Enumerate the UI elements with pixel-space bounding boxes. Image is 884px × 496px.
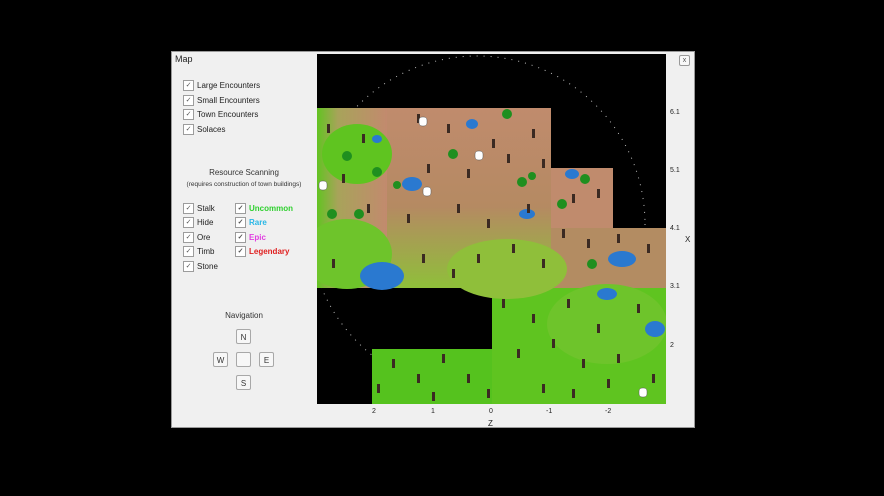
water	[402, 177, 422, 191]
z-tick: 0	[489, 408, 493, 415]
x-tick: 6.1	[670, 109, 680, 116]
small-encounters-checkbox[interactable]: ✓ Small Encounters	[183, 95, 260, 106]
timb-label: Timb	[197, 247, 215, 256]
resource-scanning-subheading: (requires construction of town buildings…	[186, 181, 302, 188]
hide-checkbox[interactable]: ✓ Hide	[183, 217, 213, 228]
x-tick: 2	[670, 342, 674, 349]
z-tick: -2	[605, 408, 612, 415]
terrain-region	[322, 124, 392, 184]
window-title: Map	[175, 54, 193, 64]
terrain-map	[317, 55, 666, 404]
town-encounters-label: Town Encounters	[197, 110, 259, 119]
resource-scanning-heading: Resource Scanning	[209, 168, 279, 177]
town-encounters-checkbox[interactable]: ✓ Town Encounters	[183, 109, 258, 120]
epic-checkbox[interactable]: ✓ Epic	[235, 232, 266, 243]
nav-south-button[interactable]: S	[236, 375, 251, 390]
rare-checkbox[interactable]: ✓ Rare	[235, 217, 267, 228]
legendary-checkbox[interactable]: ✓ Legendary	[235, 246, 289, 257]
check-icon: ✓	[183, 232, 194, 243]
check-icon: ✓	[183, 109, 194, 120]
map-viewport[interactable]	[317, 54, 666, 404]
x-tick: 3.1	[670, 283, 680, 290]
nav-north-button[interactable]: N	[236, 329, 251, 344]
z-tick: -1	[546, 408, 553, 415]
map-window: Map x ✓ Large Encounters ✓ Small Encount…	[171, 51, 695, 428]
small-encounters-label: Small Encounters	[197, 96, 260, 105]
terrain-region	[447, 239, 567, 299]
nav-center-button[interactable]	[236, 352, 251, 367]
epic-label: Epic	[249, 233, 266, 242]
solaces-label: Solaces	[197, 125, 226, 134]
check-icon: ✓	[235, 217, 246, 228]
check-icon: ✓	[183, 217, 194, 228]
water	[466, 119, 478, 129]
water	[608, 251, 636, 267]
z-axis-label: Z	[488, 419, 493, 428]
water	[372, 135, 382, 143]
uncommon-checkbox[interactable]: ✓ Uncommon	[235, 203, 293, 214]
nav-west-button[interactable]: W	[213, 352, 228, 367]
stalk-label: Stalk	[197, 204, 215, 213]
water	[597, 288, 617, 300]
z-tick: 2	[372, 408, 376, 415]
stalk-checkbox[interactable]: ✓ Stalk	[183, 203, 215, 214]
ore-label: Ore	[197, 233, 211, 242]
z-tick: 1	[431, 408, 435, 415]
close-button[interactable]: x	[679, 55, 690, 66]
check-icon: ✓	[235, 203, 246, 214]
water	[645, 321, 665, 337]
check-icon: ✓	[235, 232, 246, 243]
large-encounters-label: Large Encounters	[197, 81, 261, 90]
water	[565, 169, 579, 179]
rare-label: Rare	[249, 218, 267, 227]
hide-label: Hide	[197, 218, 214, 227]
water	[360, 262, 404, 290]
check-icon: ✓	[235, 246, 246, 257]
x-tick: 5.1	[670, 167, 680, 174]
legendary-label: Legendary	[249, 247, 290, 256]
timb-checkbox[interactable]: ✓ Timb	[183, 246, 214, 257]
x-axis-label: X	[685, 235, 691, 244]
check-icon: ✓	[183, 124, 194, 135]
nav-east-button[interactable]: E	[259, 352, 274, 367]
check-icon: ✓	[183, 246, 194, 257]
check-icon: ✓	[183, 80, 194, 91]
ore-checkbox[interactable]: ✓ Ore	[183, 232, 210, 243]
solaces-checkbox[interactable]: ✓ Solaces	[183, 124, 225, 135]
uncommon-label: Uncommon	[249, 204, 293, 213]
check-icon: ✓	[183, 203, 194, 214]
large-encounters-checkbox[interactable]: ✓ Large Encounters	[183, 80, 260, 91]
x-tick: 4.1	[670, 225, 680, 232]
check-icon: ✓	[183, 261, 194, 272]
check-icon: ✓	[183, 95, 194, 106]
stone-label: Stone	[197, 262, 218, 271]
navigation-heading: Navigation	[225, 311, 263, 320]
stone-checkbox[interactable]: ✓ Stone	[183, 261, 218, 272]
